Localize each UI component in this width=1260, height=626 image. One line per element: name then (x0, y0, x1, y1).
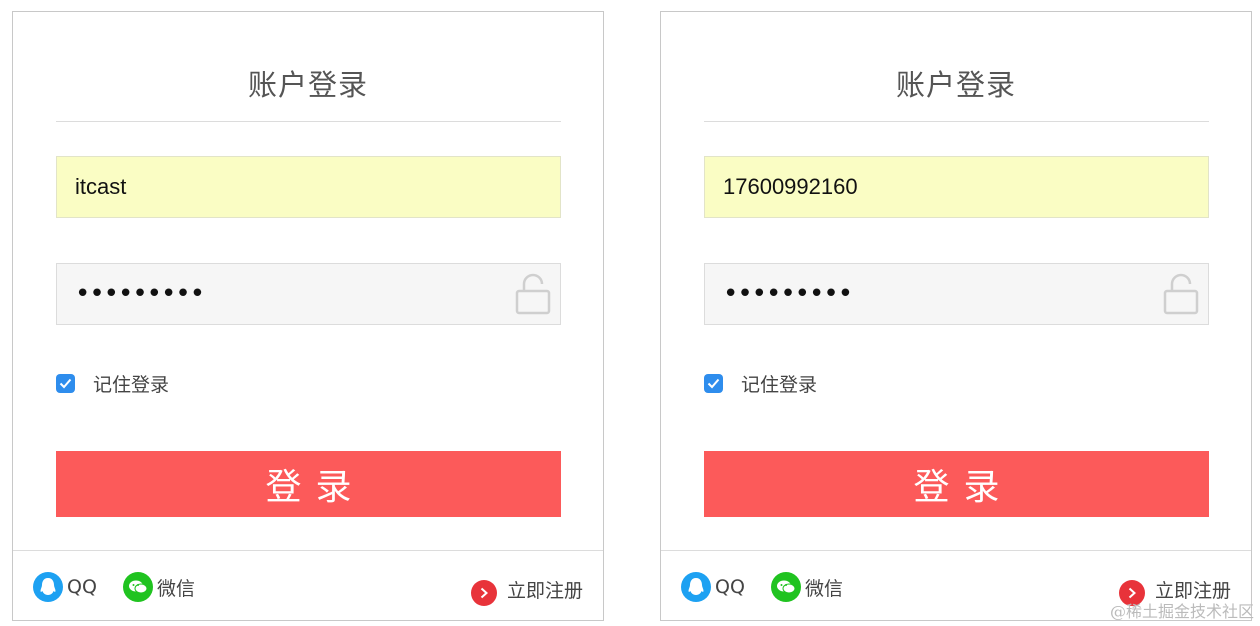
page-title: 账户登录 (247, 68, 368, 102)
register-link[interactable]: 立即注册 (470, 572, 583, 606)
wechat-icon (771, 572, 801, 602)
footer: QQ 微信 立即注册 (13, 568, 603, 608)
qq-icon (33, 572, 63, 602)
username-value[interactable]: 17600992160 (723, 174, 858, 200)
wechat-label: 微信 (805, 577, 844, 600)
divider (56, 121, 561, 122)
qq-label: QQ (715, 576, 745, 598)
remember-login[interactable]: 记住登录 (704, 370, 817, 397)
remember-checkbox[interactable] (704, 374, 723, 393)
password-field[interactable]: ••••••••• (704, 263, 1209, 325)
username-field[interactable]: 17600992160 (704, 156, 1209, 218)
wechat-login[interactable]: 微信 (771, 572, 843, 602)
wechat-icon (123, 572, 153, 602)
watermark: @稀土掘金技术社区 (1109, 602, 1254, 621)
remember-label: 记住登录 (93, 374, 170, 396)
footer-divider (661, 550, 1251, 551)
login-panel-left: 账户登录 itcast ••••••••• 记住登录 登录 QQ 微信 立即注册 (12, 11, 604, 621)
checkmark-icon (59, 378, 72, 389)
wechat-login[interactable]: 微信 (123, 572, 195, 602)
login-button[interactable]: 登录 (704, 451, 1209, 517)
footer-divider (13, 550, 603, 551)
qq-label: QQ (67, 576, 97, 598)
wechat-label: 微信 (157, 577, 196, 600)
qq-icon (681, 572, 711, 602)
password-field[interactable]: ••••••••• (56, 263, 561, 325)
login-button[interactable]: 登录 (56, 451, 561, 517)
qq-login[interactable]: QQ (681, 572, 745, 602)
divider (704, 121, 1209, 122)
username-value[interactable]: itcast (75, 174, 126, 200)
remember-label: 记住登录 (741, 374, 818, 396)
qq-login[interactable]: QQ (33, 572, 97, 602)
password-value[interactable]: ••••••••• (723, 281, 853, 307)
username-field[interactable]: itcast (56, 156, 561, 218)
remember-login[interactable]: 记住登录 (56, 370, 169, 397)
arrow-right-icon (470, 580, 497, 606)
lock-icon (515, 273, 551, 315)
page-title: 账户登录 (895, 68, 1016, 102)
login-panel-right: 账户登录 17600992160 ••••••••• 记住登录 登录 QQ 微信… (660, 11, 1252, 621)
lock-icon (1163, 273, 1199, 315)
password-value[interactable]: ••••••••• (75, 281, 205, 307)
register-label: 立即注册 (506, 579, 583, 602)
remember-checkbox[interactable] (56, 374, 75, 393)
checkmark-icon (707, 378, 720, 389)
